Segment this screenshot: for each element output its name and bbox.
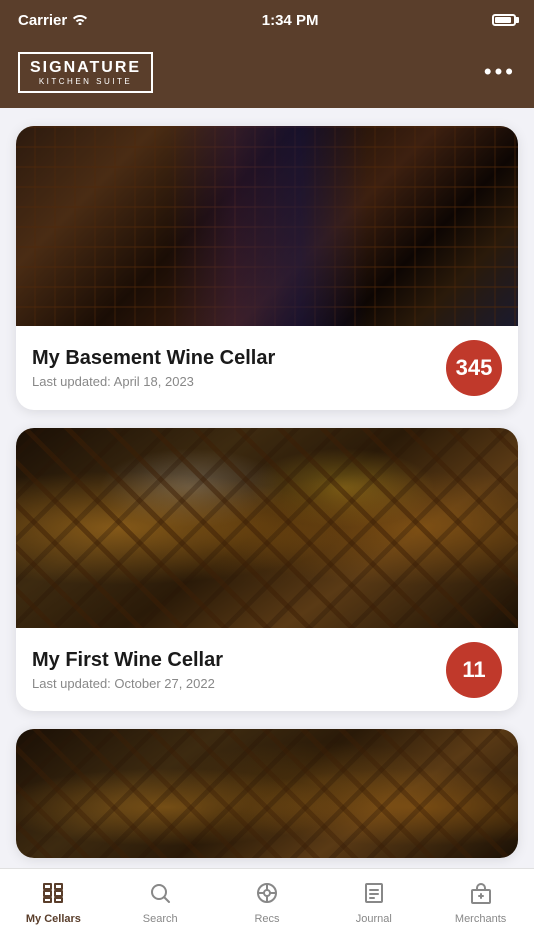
cellar-card-1[interactable]: My Basement Wine Cellar Last updated: Ap… [16,126,518,410]
cellar-count-1: 345 [446,340,502,396]
cellar-card-2[interactable]: My First Wine Cellar Last updated: Octob… [16,428,518,712]
status-bar: Carrier 1:34 PM [0,0,534,40]
grid-icon [41,881,65,909]
journal-icon [362,881,386,909]
search-icon [148,881,172,909]
app-header: SIGNATURE KITCHEN SUITE ••• [0,40,534,108]
tab-my-cellars-label: My Cellars [26,913,81,925]
tab-my-cellars[interactable]: My Cellars [0,879,107,925]
tab-recs[interactable]: Recs [214,879,321,925]
time-label: 1:34 PM [262,12,319,29]
cellar-text-1: My Basement Wine Cellar Last updated: Ap… [32,347,275,389]
recs-icon [255,881,279,909]
tab-journal[interactable]: Journal [320,879,427,925]
logo: SIGNATURE KITCHEN SUITE [18,52,153,93]
cellar-card-3[interactable] [16,729,518,858]
cellar-image-2 [16,428,518,628]
more-button[interactable]: ••• [484,59,516,85]
logo-subtitle: KITCHEN SUITE [39,77,132,86]
merchants-icon [469,881,493,909]
tab-merchants-label: Merchants [455,913,506,925]
cellar-count-2: 11 [446,642,502,698]
carrier-label: Carrier [18,12,67,29]
wifi-icon [72,12,88,29]
cellar-name-1: My Basement Wine Cellar [32,347,275,370]
battery-icon [492,14,516,26]
tab-recs-label: Recs [254,913,279,925]
tab-merchants[interactable]: Merchants [427,879,534,925]
cellar-updated-2: Last updated: October 27, 2022 [32,676,223,691]
carrier-wifi: Carrier [18,12,88,29]
cellar-text-2: My First Wine Cellar Last updated: Octob… [32,649,223,691]
cellar-image-3 [16,729,518,858]
cellar-updated-1: Last updated: April 18, 2023 [32,374,275,389]
cellar-name-2: My First Wine Cellar [32,649,223,672]
tab-search[interactable]: Search [107,879,214,925]
tab-bar: My Cellars Search Recs [0,868,534,950]
logo-title: SIGNATURE [30,59,141,77]
cellar-info-2: My First Wine Cellar Last updated: Octob… [16,628,518,712]
cellar-info-1: My Basement Wine Cellar Last updated: Ap… [16,326,518,410]
main-content: My Basement Wine Cellar Last updated: Ap… [0,108,534,868]
tab-journal-label: Journal [356,913,392,925]
tab-search-label: Search [143,913,178,925]
cellar-image-1 [16,126,518,326]
